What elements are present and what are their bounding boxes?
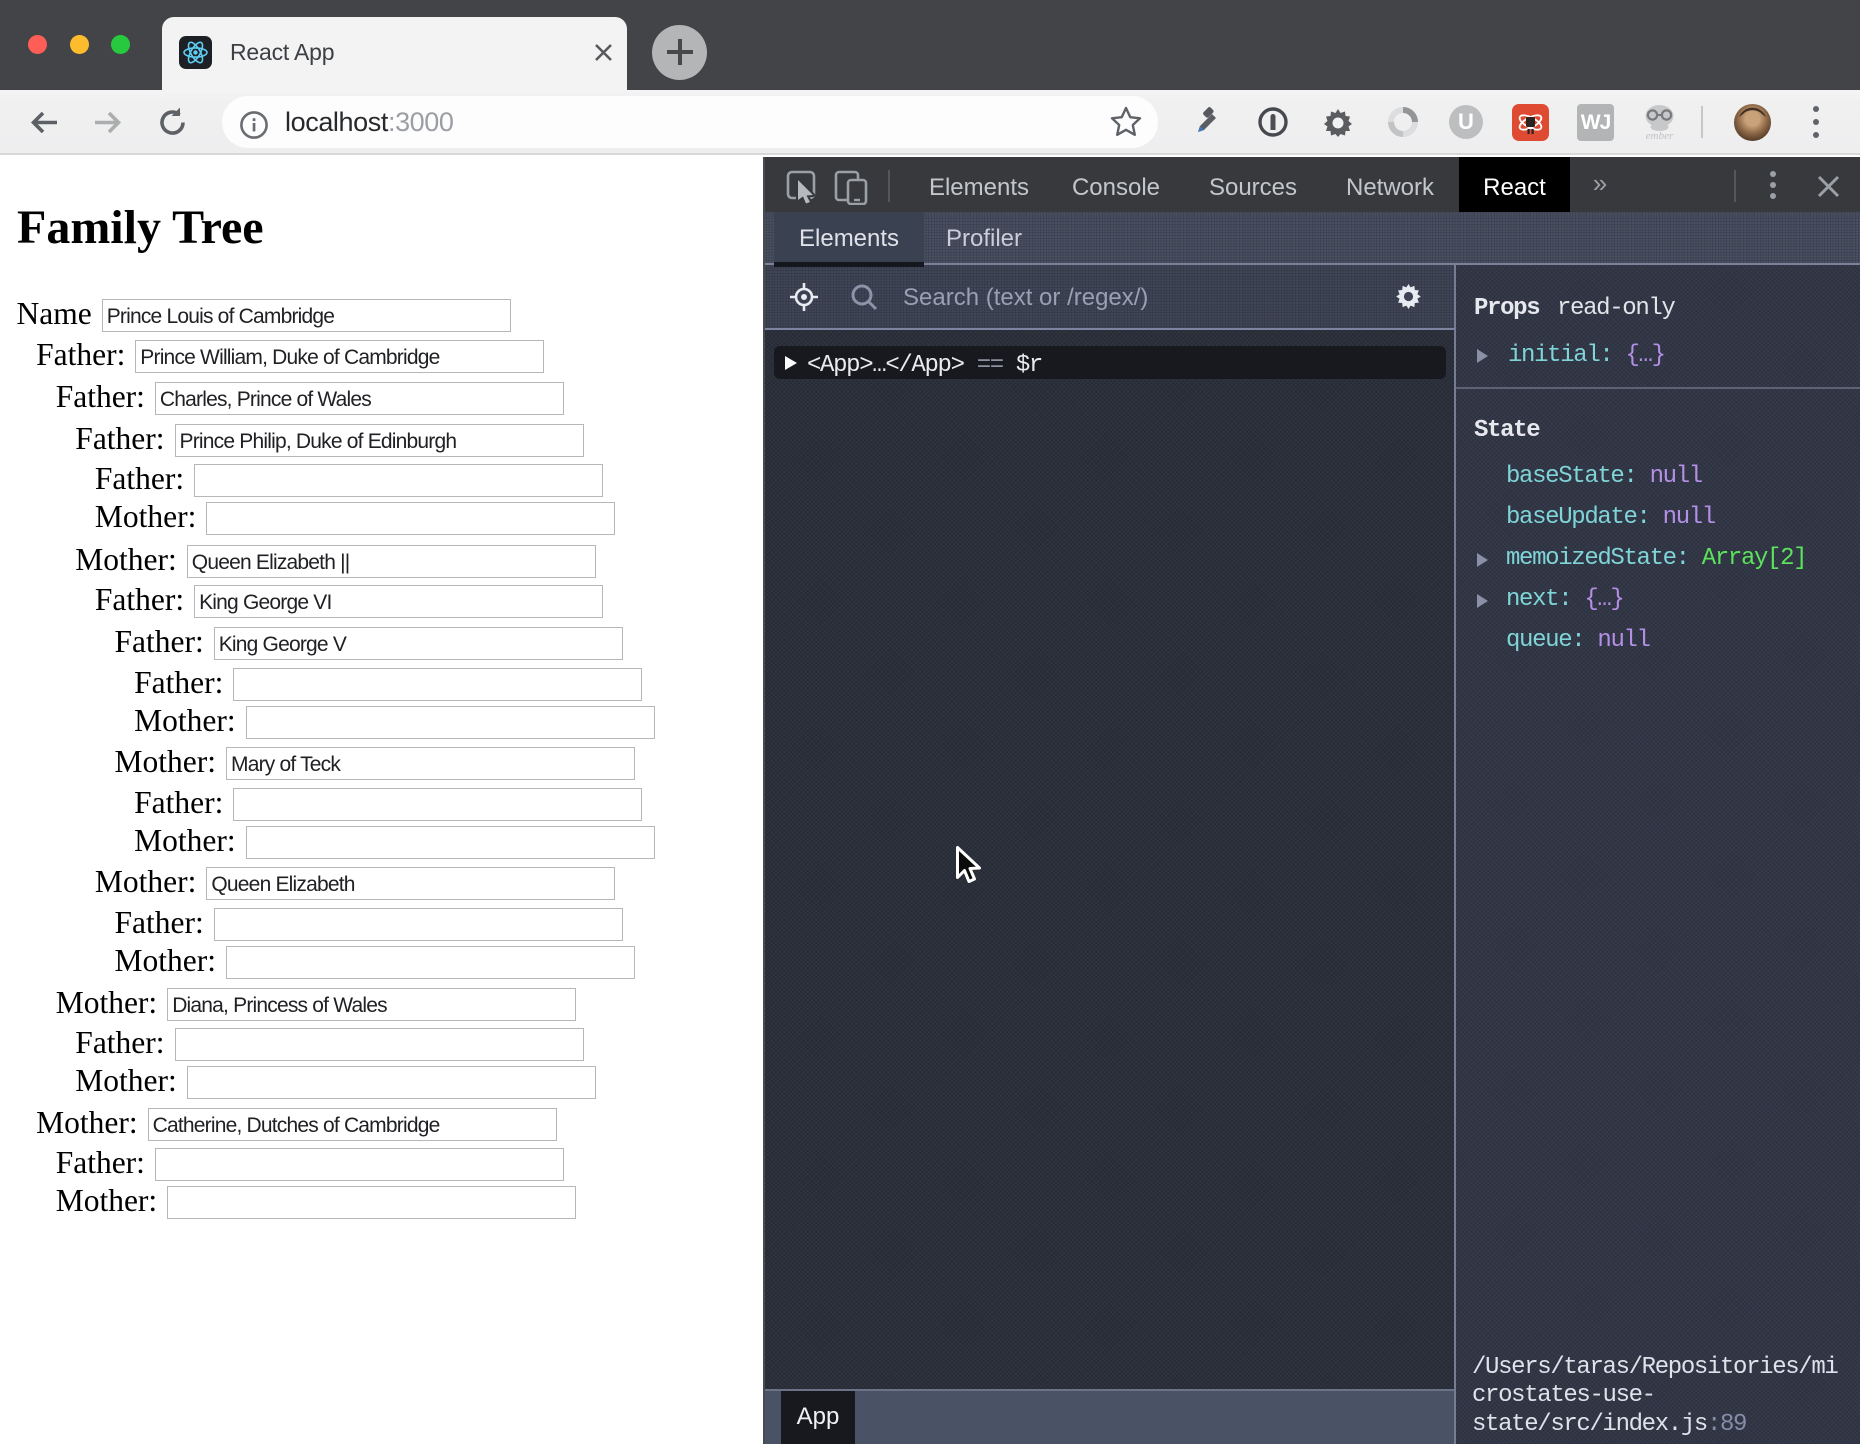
svg-text:ember: ember [1646, 130, 1674, 142]
